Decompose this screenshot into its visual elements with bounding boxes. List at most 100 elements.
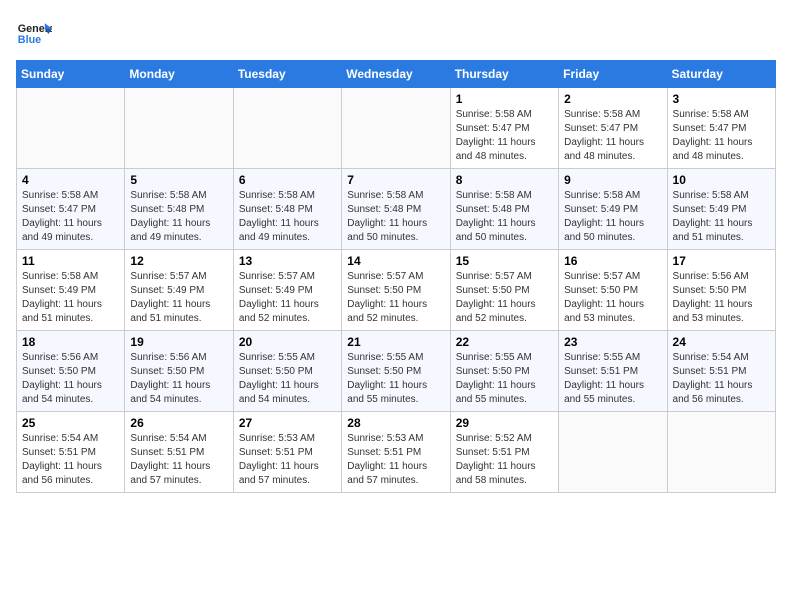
day-header-thursday: Thursday	[450, 61, 558, 88]
calendar-week-row: 11 Sunrise: 5:58 AM Sunset: 5:49 PM Dayli…	[17, 250, 776, 331]
day-number: 21	[347, 335, 444, 349]
calendar-cell	[17, 88, 125, 169]
day-number: 15	[456, 254, 553, 268]
calendar-cell: 6 Sunrise: 5:58 AM Sunset: 5:48 PM Daylig…	[233, 169, 341, 250]
day-number: 11	[22, 254, 119, 268]
calendar-cell	[342, 88, 450, 169]
logo-icon: General Blue	[16, 16, 52, 52]
cell-info: Sunrise: 5:57 AM Sunset: 5:50 PM Dayligh…	[564, 270, 661, 326]
cell-info: Sunrise: 5:55 AM Sunset: 5:51 PM Dayligh…	[564, 351, 661, 407]
day-number: 29	[456, 416, 553, 430]
calendar-week-row: 25Sunrise: 5:54 AM Sunset: 5:51 PM Dayli…	[17, 412, 776, 493]
calendar-cell: 8 Sunrise: 5:58 AM Sunset: 5:48 PM Daylig…	[450, 169, 558, 250]
day-number: 22	[456, 335, 553, 349]
calendar-cell	[559, 412, 667, 493]
calendar-cell: 19 Sunrise: 5:56 AM Sunset: 5:50 PM Dayli…	[125, 331, 233, 412]
calendar-cell	[125, 88, 233, 169]
calendar-cell: 28 Sunrise: 5:53 AM Sunset: 5:51 PM Dayli…	[342, 412, 450, 493]
cell-info: Sunrise: 5:54 AM Sunset: 5:51 PM Dayligh…	[22, 432, 119, 488]
calendar-cell: 20 Sunrise: 5:55 AM Sunset: 5:50 PM Dayli…	[233, 331, 341, 412]
page-header: General Blue	[16, 16, 776, 52]
day-number: 23	[564, 335, 661, 349]
day-header-friday: Friday	[559, 61, 667, 88]
day-number: 26	[130, 416, 227, 430]
calendar-cell: 7 Sunrise: 5:58 AM Sunset: 5:48 PM Daylig…	[342, 169, 450, 250]
calendar-cell: 5Sunrise: 5:58 AM Sunset: 5:48 PM Daylig…	[125, 169, 233, 250]
logo: General Blue	[16, 16, 52, 52]
calendar-cell: 13 Sunrise: 5:57 AM Sunset: 5:49 PM Dayli…	[233, 250, 341, 331]
cell-info: Sunrise: 5:58 AM Sunset: 5:49 PM Dayligh…	[564, 189, 661, 245]
day-number: 9	[564, 173, 661, 187]
cell-info: Sunrise: 5:57 AM Sunset: 5:49 PM Dayligh…	[130, 270, 227, 326]
cell-info: Sunrise: 5:58 AM Sunset: 5:49 PM Dayligh…	[673, 189, 770, 245]
day-number: 28	[347, 416, 444, 430]
cell-info: Sunrise: 5:57 AM Sunset: 5:49 PM Dayligh…	[239, 270, 336, 326]
calendar-cell: 4Sunrise: 5:58 AM Sunset: 5:47 PM Daylig…	[17, 169, 125, 250]
cell-info: Sunrise: 5:58 AM Sunset: 5:47 PM Dayligh…	[456, 108, 553, 164]
day-header-monday: Monday	[125, 61, 233, 88]
cell-info: Sunrise: 5:57 AM Sunset: 5:50 PM Dayligh…	[347, 270, 444, 326]
day-number: 16	[564, 254, 661, 268]
day-number: 19	[130, 335, 227, 349]
day-number: 10	[673, 173, 770, 187]
cell-info: Sunrise: 5:54 AM Sunset: 5:51 PM Dayligh…	[130, 432, 227, 488]
calendar-cell: 21 Sunrise: 5:55 AM Sunset: 5:50 PM Dayli…	[342, 331, 450, 412]
calendar-week-row: 1 Sunrise: 5:58 AM Sunset: 5:47 PM Daylig…	[17, 88, 776, 169]
calendar-cell: 25Sunrise: 5:54 AM Sunset: 5:51 PM Dayli…	[17, 412, 125, 493]
day-number: 1	[456, 92, 553, 106]
day-number: 2	[564, 92, 661, 106]
calendar-cell: 27 Sunrise: 5:53 AM Sunset: 5:51 PM Dayli…	[233, 412, 341, 493]
calendar-week-row: 18 Sunrise: 5:56 AM Sunset: 5:50 PM Dayli…	[17, 331, 776, 412]
calendar-cell: 26 Sunrise: 5:54 AM Sunset: 5:51 PM Dayli…	[125, 412, 233, 493]
cell-info: Sunrise: 5:58 AM Sunset: 5:47 PM Dayligh…	[673, 108, 770, 164]
cell-info: Sunrise: 5:53 AM Sunset: 5:51 PM Dayligh…	[239, 432, 336, 488]
day-number: 14	[347, 254, 444, 268]
day-number: 20	[239, 335, 336, 349]
calendar-table: SundayMondayTuesdayWednesdayThursdayFrid…	[16, 60, 776, 493]
day-number: 6	[239, 173, 336, 187]
cell-info: Sunrise: 5:56 AM Sunset: 5:50 PM Dayligh…	[130, 351, 227, 407]
day-header-wednesday: Wednesday	[342, 61, 450, 88]
day-number: 3	[673, 92, 770, 106]
cell-info: Sunrise: 5:58 AM Sunset: 5:48 PM Dayligh…	[130, 189, 227, 245]
day-number: 8	[456, 173, 553, 187]
calendar-cell: 9 Sunrise: 5:58 AM Sunset: 5:49 PM Daylig…	[559, 169, 667, 250]
calendar-cell: 18 Sunrise: 5:56 AM Sunset: 5:50 PM Dayli…	[17, 331, 125, 412]
day-number: 27	[239, 416, 336, 430]
cell-info: Sunrise: 5:58 AM Sunset: 5:48 PM Dayligh…	[456, 189, 553, 245]
cell-info: Sunrise: 5:53 AM Sunset: 5:51 PM Dayligh…	[347, 432, 444, 488]
cell-info: Sunrise: 5:55 AM Sunset: 5:50 PM Dayligh…	[347, 351, 444, 407]
calendar-cell	[233, 88, 341, 169]
cell-info: Sunrise: 5:58 AM Sunset: 5:47 PM Dayligh…	[22, 189, 119, 245]
day-number: 7	[347, 173, 444, 187]
cell-info: Sunrise: 5:58 AM Sunset: 5:48 PM Dayligh…	[239, 189, 336, 245]
calendar-cell: 29 Sunrise: 5:52 AM Sunset: 5:51 PM Dayli…	[450, 412, 558, 493]
calendar-cell: 24 Sunrise: 5:54 AM Sunset: 5:51 PM Dayli…	[667, 331, 775, 412]
day-number: 24	[673, 335, 770, 349]
cell-info: Sunrise: 5:55 AM Sunset: 5:50 PM Dayligh…	[239, 351, 336, 407]
calendar-cell: 3 Sunrise: 5:58 AM Sunset: 5:47 PM Daylig…	[667, 88, 775, 169]
cell-info: Sunrise: 5:56 AM Sunset: 5:50 PM Dayligh…	[673, 270, 770, 326]
calendar-cell: 2 Sunrise: 5:58 AM Sunset: 5:47 PM Daylig…	[559, 88, 667, 169]
cell-info: Sunrise: 5:56 AM Sunset: 5:50 PM Dayligh…	[22, 351, 119, 407]
cell-info: Sunrise: 5:55 AM Sunset: 5:50 PM Dayligh…	[456, 351, 553, 407]
calendar-week-row: 4Sunrise: 5:58 AM Sunset: 5:47 PM Daylig…	[17, 169, 776, 250]
calendar-cell: 15Sunrise: 5:57 AM Sunset: 5:50 PM Dayli…	[450, 250, 558, 331]
calendar-cell: 23 Sunrise: 5:55 AM Sunset: 5:51 PM Dayli…	[559, 331, 667, 412]
calendar-cell: 22 Sunrise: 5:55 AM Sunset: 5:50 PM Dayli…	[450, 331, 558, 412]
day-number: 12	[130, 254, 227, 268]
day-number: 13	[239, 254, 336, 268]
cell-info: Sunrise: 5:58 AM Sunset: 5:47 PM Dayligh…	[564, 108, 661, 164]
calendar-cell: 10 Sunrise: 5:58 AM Sunset: 5:49 PM Dayli…	[667, 169, 775, 250]
cell-info: Sunrise: 5:58 AM Sunset: 5:49 PM Dayligh…	[22, 270, 119, 326]
day-number: 17	[673, 254, 770, 268]
cell-info: Sunrise: 5:52 AM Sunset: 5:51 PM Dayligh…	[456, 432, 553, 488]
calendar-cell: 14 Sunrise: 5:57 AM Sunset: 5:50 PM Dayli…	[342, 250, 450, 331]
day-number: 18	[22, 335, 119, 349]
calendar-cell: 12 Sunrise: 5:57 AM Sunset: 5:49 PM Dayli…	[125, 250, 233, 331]
cell-info: Sunrise: 5:54 AM Sunset: 5:51 PM Dayligh…	[673, 351, 770, 407]
cell-info: Sunrise: 5:58 AM Sunset: 5:48 PM Dayligh…	[347, 189, 444, 245]
calendar-cell: 11 Sunrise: 5:58 AM Sunset: 5:49 PM Dayli…	[17, 250, 125, 331]
calendar-cell: 17 Sunrise: 5:56 AM Sunset: 5:50 PM Dayli…	[667, 250, 775, 331]
calendar-cell: 16 Sunrise: 5:57 AM Sunset: 5:50 PM Dayli…	[559, 250, 667, 331]
